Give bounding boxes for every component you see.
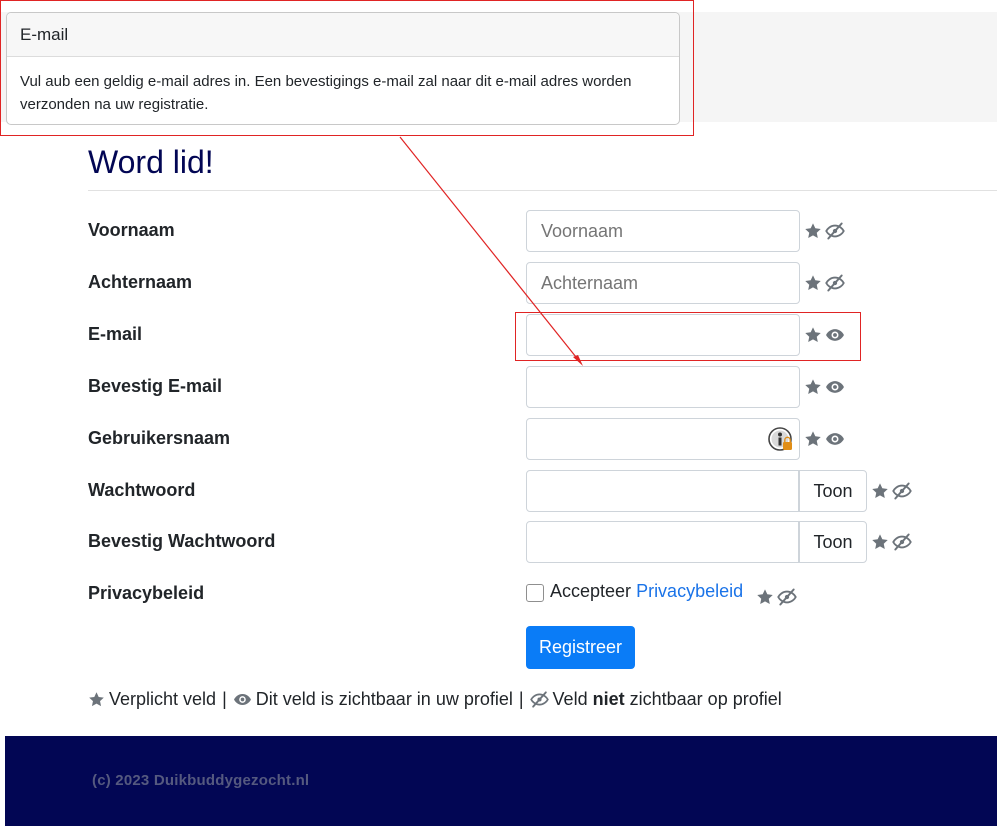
annotation-arrow [399,136,583,366]
